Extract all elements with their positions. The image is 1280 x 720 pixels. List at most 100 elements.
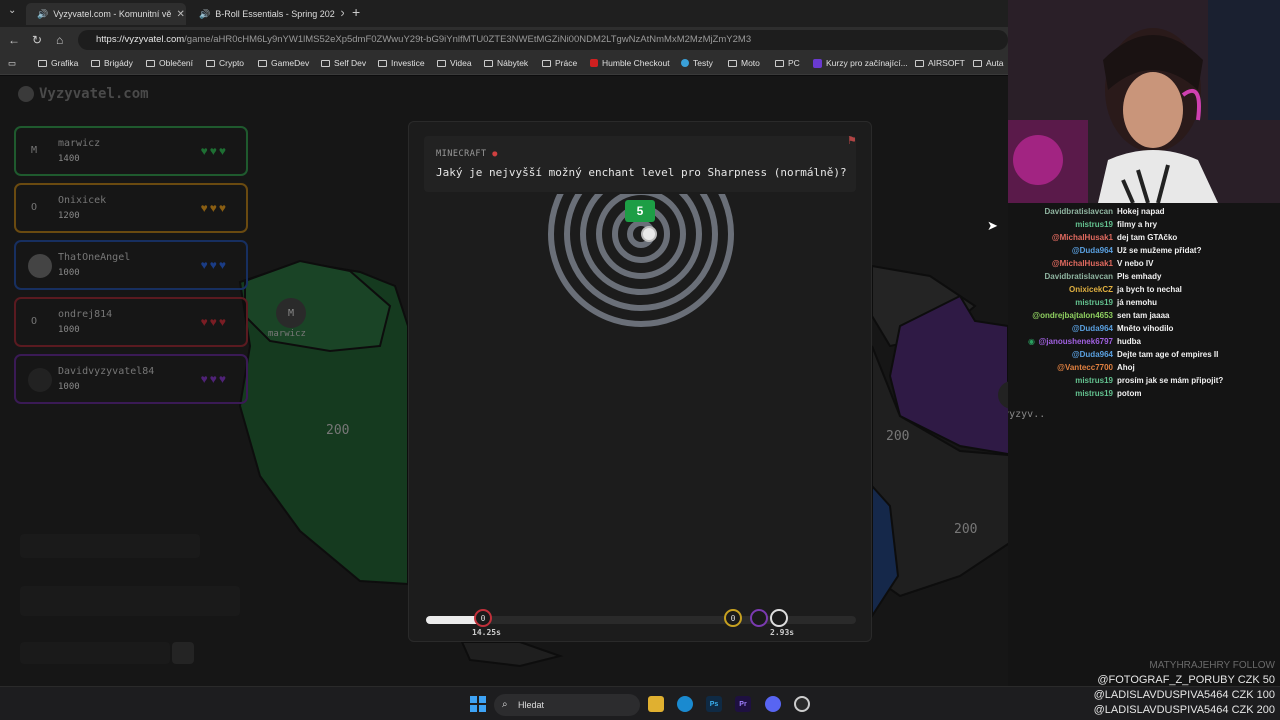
folder-icon	[484, 59, 493, 67]
tab-title: Vyzyvatel.com - Komunitní vě	[53, 9, 172, 19]
chat-message: @MichalHusak1 V nebo IV	[1051, 259, 1154, 268]
bookmark-item[interactable]: Oblečení	[146, 58, 193, 68]
hearts-icon: ♥♥♥	[200, 144, 228, 158]
bookmark-item[interactable]: Nábytek	[484, 58, 528, 68]
folder-icon	[321, 59, 330, 67]
chat-message: @ondrejbajtalon4653 sen tam jaaaa	[1032, 311, 1170, 320]
player-name: ondrej814	[58, 309, 113, 320]
badge-icon: ◉	[1028, 337, 1035, 346]
bookmark-item[interactable]: GameDev	[258, 58, 309, 68]
taskbar-search[interactable]: ⌕ Hledat	[494, 694, 640, 716]
bookmark-item[interactable]: Humble Checkout	[590, 58, 670, 68]
tab-list-icon[interactable]: ⌄	[8, 5, 16, 16]
new-tab-button[interactable]: +	[352, 4, 360, 20]
player-card: M marwicz 1400 ♥♥♥	[14, 126, 248, 176]
donation-alert: @FOTOGRAF_Z_PORUBY CZK 50	[1097, 674, 1275, 686]
bookmark-item[interactable]: Moto	[728, 58, 760, 68]
player-initial: O	[31, 316, 38, 327]
map-label: 200	[326, 423, 350, 438]
taskbar: ⌕ Hledat Ps Pr	[0, 686, 1280, 720]
url-field[interactable]: https://vyzyvatel.com/game/aHR0cHM6Ly9nY…	[78, 30, 1008, 50]
kurzy-icon	[813, 58, 822, 68]
tab-broll[interactable]: 🔊 B-Roll Essentials - Spring 202 ✕	[188, 3, 344, 25]
bookmarks-bar: ▭ Grafika Brigády Oblečení Crypto GameDe…	[0, 53, 1008, 75]
mouse-cursor-icon: ➤	[987, 218, 998, 233]
player-score: 1000	[58, 382, 80, 392]
reload-icon[interactable]: ↻	[32, 33, 42, 47]
donation-alert: @LADISLAVDUSPIVA5464 CZK 100	[1093, 689, 1275, 701]
bookmark-item[interactable]: Investice	[378, 58, 425, 68]
bookmarks-menu-icon[interactable]: ▭	[8, 58, 16, 69]
folder-icon	[973, 59, 982, 67]
webcam-image	[1008, 0, 1280, 203]
humble-icon	[590, 59, 598, 67]
edge-icon[interactable]	[677, 696, 693, 712]
chat-input[interactable]	[20, 642, 170, 664]
bookmark-item[interactable]: Kurzy pro začínající...	[813, 58, 908, 68]
chat-message: mistrus19 já nemohu	[1075, 298, 1158, 307]
premiere-icon[interactable]: Pr	[735, 696, 751, 712]
testy-icon	[681, 59, 689, 67]
player-score: 1200	[58, 211, 80, 221]
start-icon[interactable]	[470, 696, 486, 712]
discord-icon[interactable]	[765, 696, 781, 712]
photoshop-icon[interactable]: Ps	[706, 696, 722, 712]
bookmark-item[interactable]: Videa	[437, 58, 472, 68]
bookmark-item[interactable]: Testy	[681, 58, 713, 68]
question-category: MINECRAFT ●	[436, 149, 498, 159]
address-toolbar: ← ↻ ⌂ https://vyzyvatel.com/game/aHR0cHM…	[0, 27, 1008, 53]
obs-icon[interactable]	[794, 696, 810, 712]
bookmark-item[interactable]: Práce	[542, 58, 577, 68]
file-explorer-icon[interactable]	[648, 696, 664, 712]
bookmark-item[interactable]: PC	[775, 58, 800, 68]
player-name: marwicz	[58, 138, 101, 149]
folder-icon	[775, 59, 784, 67]
chat-message: Davidbratislavcan Hokej napad	[1044, 207, 1165, 216]
send-button[interactable]	[172, 642, 194, 664]
back-icon[interactable]: ←	[8, 33, 20, 47]
player-initial: O	[31, 202, 38, 213]
url-path: /game/aHR0cHM6Ly9nYW1lMS52eXp5dmF0ZWwuY2…	[184, 34, 752, 45]
player-name: Davidvyzyvatel84	[58, 366, 155, 377]
folder-icon	[915, 59, 924, 67]
folder-icon	[206, 59, 215, 67]
player-initial: M	[31, 145, 38, 156]
folder-icon	[728, 59, 737, 67]
hearts-icon: ♥♥♥	[200, 372, 228, 386]
bookmark-item[interactable]: Brigády	[91, 58, 133, 68]
avatar	[28, 368, 52, 392]
avatar	[28, 254, 52, 278]
pin-icon: ●	[492, 149, 498, 159]
timeline: 0 14.25s 0 2.93s	[426, 609, 856, 637]
map-label: marwicz	[268, 329, 306, 339]
bookmark-item[interactable]: AIRSOFT	[915, 58, 965, 68]
chat-message: OnixicekCZ ja bych to nechal	[1068, 285, 1182, 294]
close-tab-icon[interactable]: ✕	[340, 9, 344, 20]
tab-vyzyvatel[interactable]: 🔊 Vyzyvatel.com - Komunitní vě ✕	[26, 3, 186, 25]
folder-icon	[542, 59, 551, 67]
webcam-feed	[1008, 0, 1280, 203]
region-bottom	[460, 641, 564, 668]
question-text: Jaký je nejvyšší možný enchant level pro…	[436, 166, 847, 179]
speaker-icon: 🔊	[199, 8, 211, 19]
bookmark-item[interactable]: Self Dev	[321, 58, 366, 68]
answer-badge: 5	[625, 200, 655, 222]
folder-icon	[146, 59, 155, 67]
report-flag-icon[interactable]: ⚑	[847, 134, 857, 147]
browser-tabbar: ⌄ 🔊 Vyzyvatel.com - Komunitní vě ✕ 🔊 B-R…	[0, 0, 1008, 27]
tab-title: B-Roll Essentials - Spring 202	[215, 9, 335, 19]
bookmark-item[interactable]: Grafika	[38, 58, 78, 68]
bookmark-item[interactable]: Auta	[973, 58, 1004, 68]
chat-message: mistrus19 prosím jak se mám připojit?	[1075, 376, 1224, 385]
search-icon: ⌕	[502, 699, 508, 710]
home-icon[interactable]: ⌂	[56, 33, 63, 47]
hearts-icon: ♥♥♥	[200, 258, 228, 272]
hearts-icon: ♥♥♥	[200, 201, 228, 215]
timeline-time: 2.93s	[770, 628, 795, 637]
chat-overlay: Davidbratislavcan Hokej napad mistrus19 fi…	[1008, 207, 1280, 407]
follow-alert: MATYHRAJEHRY FOLLOW	[1149, 660, 1275, 671]
close-tab-icon[interactable]: ✕	[176, 9, 184, 20]
chat-message: @Duda964 Dejte tam age of empires II	[1071, 350, 1219, 359]
bookmark-item[interactable]: Crypto	[206, 58, 244, 68]
map-label: Davidvyzyv..	[1008, 409, 1046, 420]
